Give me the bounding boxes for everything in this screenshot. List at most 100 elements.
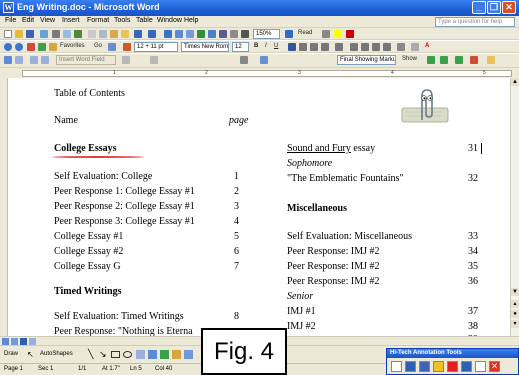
decrease-indent-icon[interactable] [372, 43, 380, 51]
permission-icon[interactable] [40, 30, 48, 38]
normal-view-icon[interactable] [2, 338, 9, 345]
justify-icon[interactable] [321, 43, 329, 51]
back-icon[interactable] [4, 43, 12, 51]
annotation-lines-icon[interactable] [461, 361, 472, 372]
zoom-select[interactable]: 150% [253, 29, 280, 39]
oval-icon[interactable] [123, 351, 132, 358]
paste-icon[interactable] [110, 30, 118, 38]
web-layout-icon[interactable] [11, 338, 18, 345]
annotation-red-box-icon[interactable] [447, 361, 458, 372]
font-size-select[interactable]: 12 [232, 42, 249, 52]
diagram-icon[interactable] [160, 350, 169, 359]
word-app-icon[interactable]: W [3, 2, 14, 13]
ask-question-input[interactable]: Type a question for help [435, 17, 515, 27]
minimize-button[interactable]: _ [472, 1, 486, 14]
header-icon[interactable] [30, 56, 38, 64]
spelling-icon[interactable] [74, 30, 82, 38]
wordart-icon[interactable] [148, 350, 157, 359]
maximize-button[interactable]: ❐ [487, 1, 501, 14]
style-select[interactable]: 12 + 11 pt [134, 42, 178, 52]
menu-format[interactable]: Format [87, 17, 109, 24]
mail-merge-icon[interactable] [150, 56, 158, 64]
insert-word-field-button[interactable]: Insert Word Field [56, 55, 116, 65]
annotation-undo-icon[interactable] [475, 361, 486, 372]
bullets-icon[interactable] [361, 43, 369, 51]
scroll-down-arrow[interactable]: ▼ [511, 288, 519, 296]
home-icon[interactable] [49, 43, 57, 51]
save-icon[interactable] [26, 30, 34, 38]
print-layout-icon[interactable] [20, 338, 27, 345]
align-center-icon[interactable] [299, 43, 307, 51]
insert-table-icon[interactable] [186, 30, 194, 38]
horizontal-ruler[interactable]: 1 2 3 4 5 [0, 68, 519, 78]
print-icon[interactable] [52, 30, 60, 38]
select-browse-object-icon[interactable]: ● [511, 310, 519, 318]
insert-excel-icon[interactable] [197, 30, 205, 38]
font-color-button[interactable]: A [425, 43, 429, 49]
menu-window[interactable]: Window [157, 17, 182, 24]
forward-icon[interactable] [15, 43, 23, 51]
menu-table[interactable]: Table [136, 17, 153, 24]
line-icon[interactable]: ╲ [88, 349, 93, 360]
text-box-icon[interactable] [136, 350, 145, 359]
border-icon[interactable] [397, 43, 405, 51]
read-button[interactable]: Read [298, 30, 312, 36]
merge-to-document-icon[interactable] [240, 56, 248, 64]
show-menu[interactable]: Show [402, 56, 417, 62]
columns-icon[interactable] [208, 30, 216, 38]
align-left-icon[interactable] [288, 43, 296, 51]
annotation-pointer-icon[interactable] [391, 361, 402, 372]
outline-icon[interactable] [15, 56, 23, 64]
line-spacing-icon[interactable] [335, 43, 343, 51]
footer-icon[interactable] [41, 56, 49, 64]
merge-to-printer-icon[interactable] [260, 56, 268, 64]
autoshapes-menu[interactable]: AutoShapes [40, 351, 73, 357]
menu-view[interactable]: View [40, 17, 55, 24]
next-change-icon[interactable] [440, 56, 448, 64]
annotation-close-icon[interactable]: ✕ [489, 361, 500, 372]
clip-art-icon[interactable] [172, 350, 181, 359]
open-folder-icon[interactable] [15, 30, 23, 38]
refresh-icon[interactable] [38, 43, 46, 51]
new-document-icon[interactable] [4, 30, 12, 38]
scroll-up-arrow[interactable]: ▲ [511, 78, 519, 86]
previous-page-icon[interactable]: ▴ [511, 300, 519, 308]
accept-change-icon[interactable] [455, 56, 463, 64]
font-select[interactable]: Times New Roman [181, 42, 229, 52]
close-button[interactable]: ✕ [502, 1, 516, 14]
merge-field-icon[interactable] [122, 56, 130, 64]
outline-view-icon[interactable] [29, 338, 36, 345]
highlight-icon[interactable] [334, 30, 342, 38]
underline-button[interactable]: U [274, 43, 278, 49]
rectangle-icon[interactable] [111, 351, 120, 358]
bold-button[interactable]: B [254, 43, 258, 49]
menu-tools[interactable]: Tools [114, 17, 130, 24]
favorites-menu[interactable]: Favorites [60, 43, 85, 49]
reject-change-icon[interactable] [470, 56, 478, 64]
document-map-icon[interactable] [230, 30, 238, 38]
insert-comment-icon[interactable] [487, 56, 495, 64]
go-menu[interactable]: Go [94, 43, 102, 49]
office-assistant-clippy-icon[interactable] [398, 86, 452, 126]
insert-picture-icon[interactable] [184, 350, 193, 359]
document-icon[interactable] [4, 56, 12, 64]
cut-icon[interactable] [88, 30, 96, 38]
show-only-web-toolbar-icon[interactable] [108, 43, 116, 51]
hyperlink-icon[interactable] [164, 30, 172, 38]
annotation-disk-icon[interactable] [419, 361, 430, 372]
menu-help[interactable]: Help [184, 17, 198, 24]
annotation-highlight-icon[interactable] [433, 361, 444, 372]
display-for-review-select[interactable]: Final Showing Markup [337, 55, 396, 65]
align-right-icon[interactable] [310, 43, 318, 51]
annotation-save-icon[interactable] [405, 361, 416, 372]
numbering-icon[interactable] [350, 43, 358, 51]
menu-insert[interactable]: Insert [62, 17, 80, 24]
sound-and-fury-link[interactable]: Sound and Fury [287, 143, 351, 154]
format-painter-icon[interactable] [121, 30, 129, 38]
stop-icon[interactable] [27, 43, 35, 51]
arrow-icon[interactable]: ↘ [99, 349, 107, 360]
drawing-icon[interactable] [219, 30, 227, 38]
copy-icon[interactable] [99, 30, 107, 38]
select-objects-icon[interactable]: ↖ [27, 350, 34, 359]
increase-indent-icon[interactable] [383, 43, 391, 51]
